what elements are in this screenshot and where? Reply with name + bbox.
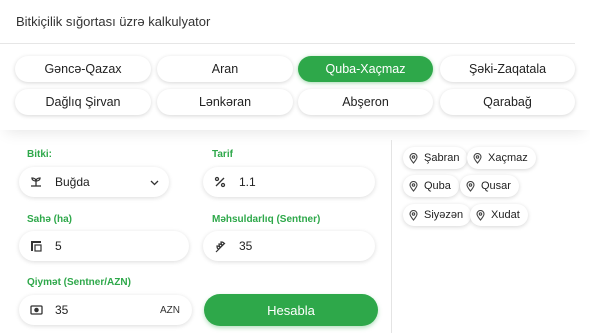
tariff-value: 1.1 — [239, 175, 256, 189]
location-pin-icon — [409, 180, 418, 192]
money-icon — [29, 303, 43, 317]
location-pin-icon — [473, 152, 482, 164]
district-label: Xaçmaz — [488, 152, 528, 164]
district-chip-qusar[interactable]: Qusar — [460, 175, 519, 197]
price-label: Qiymət (Sentner/AZN) — [27, 277, 131, 288]
area-icon — [29, 239, 43, 253]
price-value: 35 — [55, 303, 69, 317]
district-label: Quba — [424, 180, 451, 192]
district-label: Qusar — [481, 180, 511, 192]
region-tab-quba-xacmaz[interactable]: Quba-Xaçmaz — [298, 56, 433, 82]
crop-select[interactable]: Buğda — [19, 167, 169, 197]
location-pin-icon — [476, 209, 485, 221]
crop-label: Bitki: — [27, 149, 52, 160]
district-chip-sabran[interactable]: Şabran — [403, 147, 468, 169]
region-tab-abseron[interactable]: Abşeron — [298, 89, 433, 115]
location-pin-icon — [409, 209, 418, 221]
calculate-button[interactable]: Hesabla — [204, 294, 378, 326]
district-label: Siyəzən — [424, 209, 464, 221]
price-unit: AZN — [160, 304, 180, 316]
yield-label: Məhsuldarlıq (Sentner) — [212, 214, 321, 225]
wheat-icon — [213, 239, 227, 253]
area-value: 5 — [55, 239, 62, 253]
region-tab-qarabag[interactable]: Qarabağ — [440, 89, 575, 115]
chevron-down-icon — [150, 175, 159, 189]
district-chip-siyezen[interactable]: Siyəzən — [403, 204, 472, 226]
location-pin-icon — [466, 180, 475, 192]
tariff-input[interactable]: 1.1 — [203, 167, 375, 197]
district-label: Şabran — [424, 152, 460, 164]
district-chip-xudat[interactable]: Xudat — [470, 204, 528, 226]
location-pin-icon — [409, 152, 418, 164]
plant-icon — [29, 175, 43, 189]
crop-value: Buğda — [55, 175, 90, 189]
yield-value: 35 — [239, 239, 253, 253]
district-chip-xacmaz[interactable]: Xaçmaz — [467, 147, 536, 169]
region-tab-lenkeran[interactable]: Lənkəran — [157, 89, 293, 115]
panel-divider — [391, 140, 392, 333]
district-chip-quba[interactable]: Quba — [403, 175, 459, 197]
tariff-label: Tarif — [212, 149, 233, 160]
yield-input[interactable]: 35 — [203, 231, 375, 261]
district-label: Xudat — [491, 209, 520, 221]
calculator-title: Bitkiçilik sığortası üzrə kalkulyator — [16, 14, 211, 29]
area-label: Sahə (ha) — [27, 214, 73, 225]
region-tabs: Gəncə-Qazax Aran Quba-Xaçmaz Şəki-Zaqata… — [0, 44, 590, 130]
area-input[interactable]: 5 — [19, 231, 189, 261]
region-tab-aran[interactable]: Aran — [157, 56, 293, 82]
region-tab-seki-zaqatala[interactable]: Şəki-Zaqatala — [440, 56, 575, 82]
region-tab-gence-qazax[interactable]: Gəncə-Qazax — [15, 56, 151, 82]
percent-icon — [213, 175, 227, 189]
price-input[interactable]: 35 AZN — [19, 295, 192, 325]
region-tab-dagliq-sirvan[interactable]: Dağlıq Şirvan — [15, 89, 151, 115]
